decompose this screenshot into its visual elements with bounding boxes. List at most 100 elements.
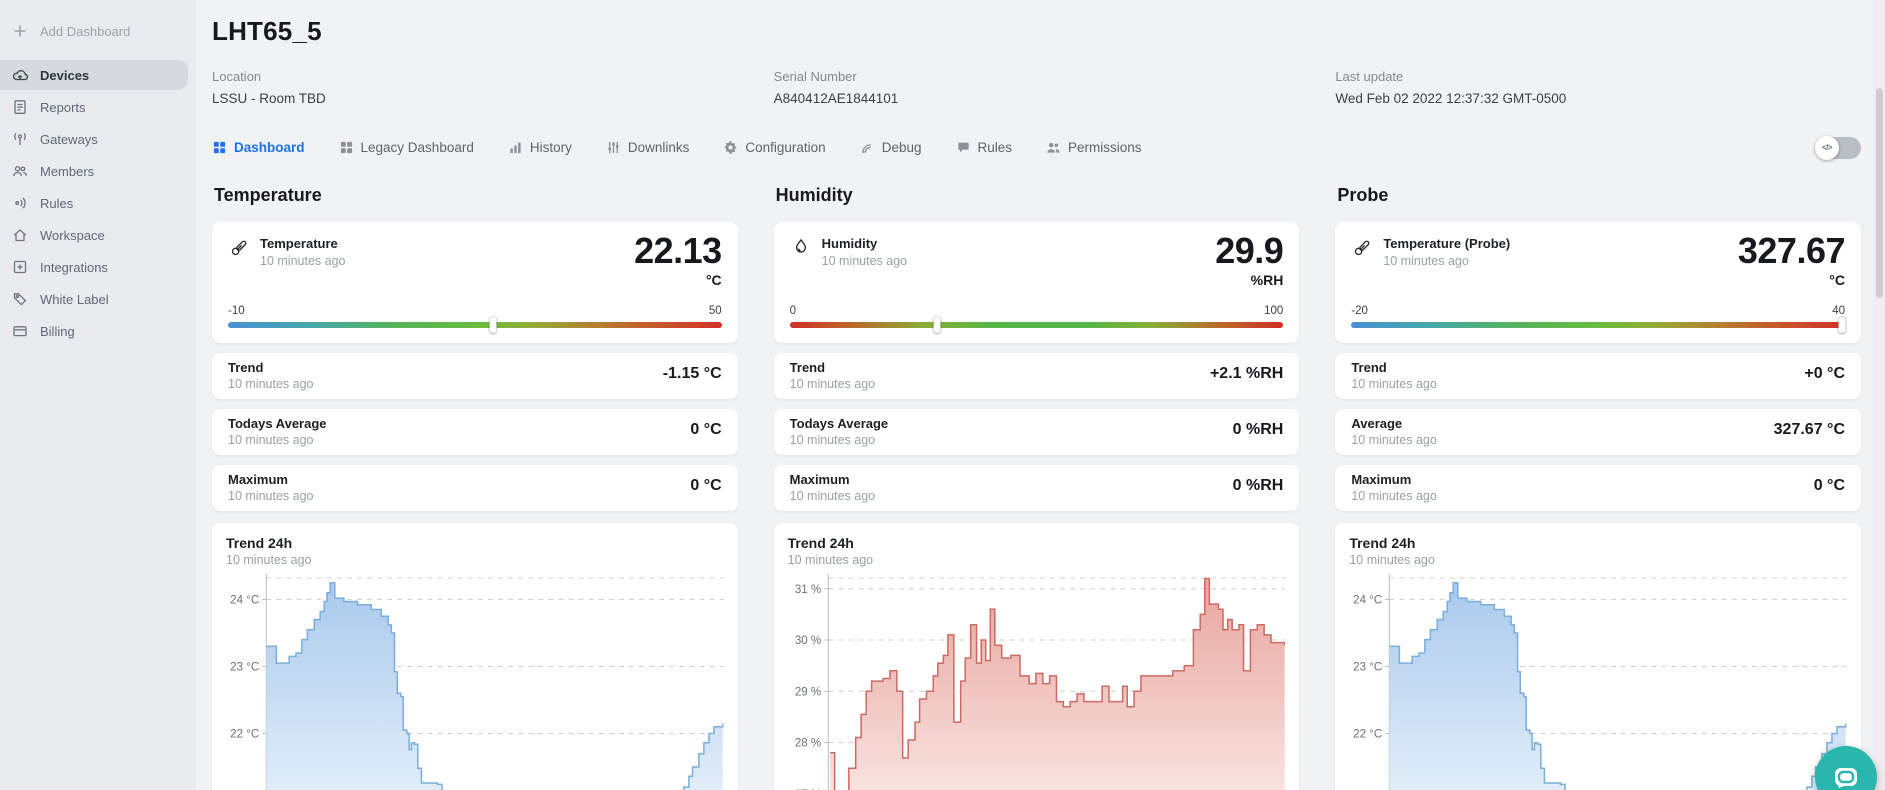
scrollbar-thumb[interactable]: [1876, 88, 1883, 298]
tab-legacy-dashboard[interactable]: Legacy Dashboard: [339, 136, 474, 159]
stat-value: 327.67 °C: [1774, 421, 1845, 439]
tab-label: Configuration: [745, 140, 825, 155]
meta-serial-number: Serial Number A840412AE1844101: [774, 69, 1300, 106]
gauge-value: 29.9: [1215, 230, 1283, 272]
billing-icon: [12, 323, 28, 339]
stat-label: Trend: [1351, 360, 1845, 375]
plus-icon: [12, 23, 28, 39]
meta-label: Serial Number: [774, 69, 1300, 84]
page-title: LHT65_5: [212, 16, 1861, 47]
gauge-marker: [934, 317, 941, 333]
gauge-max: 40: [1832, 305, 1845, 317]
tab-history[interactable]: History: [508, 136, 572, 159]
sidebar-item-gateways[interactable]: Gateways: [0, 124, 196, 154]
svg-text:30 %: 30 %: [795, 635, 821, 647]
code-view-toggle[interactable]: </>: [1815, 137, 1861, 159]
stat-value: -1.15 °C: [663, 365, 722, 383]
tab-label: Legacy Dashboard: [361, 140, 474, 155]
gauge-value: 327.67: [1738, 230, 1845, 272]
trend-timestamp: 10 minutes ago: [788, 553, 1286, 567]
stat-row-maximum: Maximum 10 minutes ago 0 %RH: [774, 465, 1300, 511]
toggle-wrap: </>: [1815, 137, 1861, 159]
area-chart-temperature: 24 °C23 °C22 °C21 °C: [226, 570, 724, 790]
gauge-label: Temperature: [260, 236, 345, 251]
sidebar-item-billing[interactable]: Billing: [0, 316, 196, 346]
section-title: Temperature: [214, 185, 738, 206]
gauge-gradient-bar: [228, 322, 722, 328]
area-chart-probe: 24 °C23 °C22 °C21 °C: [1349, 570, 1847, 790]
meta-value: LSSU - Room TBD: [212, 91, 738, 106]
tab-label: Dashboard: [234, 140, 305, 155]
stat-row-maximum: Maximum 10 minutes ago 0 °C: [1335, 465, 1861, 511]
grid-icon: [339, 140, 354, 155]
tab-permissions[interactable]: Permissions: [1046, 136, 1142, 159]
thermometer-icon: [1351, 237, 1373, 259]
stat-label: Maximum: [790, 472, 1284, 487]
gauge-gradient-bar: [1351, 322, 1845, 328]
stat-value: 0 %RH: [1233, 421, 1284, 439]
stat-value: 0 %RH: [1233, 477, 1284, 495]
sidebar-item-label: Billing: [40, 324, 75, 339]
gauge-card-humidity: Humidity 10 minutes ago 29.9 %RH 0 100: [774, 222, 1300, 343]
svg-text:22 °C: 22 °C: [230, 729, 259, 741]
tab-label: Permissions: [1068, 140, 1142, 155]
gauge-label: Temperature (Probe): [1383, 236, 1510, 251]
tab-debug[interactable]: Debug: [860, 136, 922, 159]
stat-timestamp: 10 minutes ago: [790, 433, 1284, 447]
column-probe: Probe Temperature (Probe) 10 minutes ago…: [1335, 185, 1861, 790]
sidebar: Add Dashboard Devices Reports Gateways M…: [0, 0, 196, 790]
trend-timestamp: 10 minutes ago: [1349, 553, 1847, 567]
signal-arcs-icon: [860, 140, 875, 155]
gauge-min: 0: [790, 305, 796, 317]
gauge-marker: [489, 317, 496, 333]
stat-value: 0 °C: [1814, 477, 1845, 495]
gauge-label: Humidity: [822, 236, 907, 251]
page-scrollbar: [1874, 0, 1885, 790]
svg-text:31 %: 31 %: [795, 584, 821, 596]
sidebar-item-label: Gateways: [40, 132, 98, 147]
tab-dashboard[interactable]: Dashboard: [212, 136, 305, 159]
stat-row-trend: Trend 10 minutes ago +2.1 %RH: [774, 353, 1300, 399]
stat-row-average: Todays Average 10 minutes ago 0 °C: [212, 409, 738, 455]
sidebar-item-workspace[interactable]: Workspace: [0, 220, 196, 250]
stat-timestamp: 10 minutes ago: [228, 377, 722, 391]
sidebar-item-white-label[interactable]: White Label: [0, 284, 196, 314]
tag-icon: [12, 291, 28, 307]
add-dashboard-label: Add Dashboard: [40, 24, 130, 39]
gauge-gradient-bar: [790, 322, 1284, 328]
stat-label: Maximum: [228, 472, 722, 487]
cloud-upload-icon: [12, 67, 28, 83]
sidebar-item-label: Workspace: [40, 228, 105, 243]
home-icon: [12, 227, 28, 243]
sidebar-item-label: Members: [40, 164, 94, 179]
gauge-unit: %RH: [1251, 272, 1284, 288]
sidebar-item-devices[interactable]: Devices: [0, 60, 188, 90]
meta-label: Last update: [1335, 69, 1861, 84]
column-temperature: Temperature Temperature 10 minutes ago 2…: [212, 185, 738, 790]
tab-downlinks[interactable]: Downlinks: [606, 136, 690, 159]
svg-text:28 %: 28 %: [795, 738, 821, 750]
tab-bar: Dashboard Legacy Dashboard History Downl…: [212, 136, 1861, 159]
trend-title: Trend 24h: [226, 535, 724, 551]
tab-rules[interactable]: Rules: [956, 136, 1013, 159]
add-dashboard-button[interactable]: Add Dashboard: [0, 16, 196, 46]
sidebar-item-label: White Label: [40, 292, 109, 307]
section-title: Humidity: [776, 185, 1300, 206]
gauge-card-probe: Temperature (Probe) 10 minutes ago 327.6…: [1335, 222, 1861, 343]
sidebar-item-rules[interactable]: Rules: [0, 188, 196, 218]
sidebar-item-members[interactable]: Members: [0, 156, 196, 186]
sidebar-item-label: Integrations: [40, 260, 108, 275]
stat-value: +0 °C: [1804, 365, 1845, 383]
antenna-icon: [12, 131, 28, 147]
meta-value: Wed Feb 02 2022 12:37:32 GMT-0500: [1335, 91, 1861, 106]
gauge-timestamp: 10 minutes ago: [1383, 254, 1510, 268]
tab-configuration[interactable]: Configuration: [723, 136, 825, 159]
stat-timestamp: 10 minutes ago: [790, 489, 1284, 503]
area-chart-humidity: 31 %30 %29 %28 %27 %: [788, 570, 1286, 790]
thermometer-icon: [228, 237, 250, 259]
droplet-icon: [790, 237, 812, 259]
sidebar-item-reports[interactable]: Reports: [0, 92, 196, 122]
plus-square-icon: [12, 259, 28, 275]
sidebar-item-integrations[interactable]: Integrations: [0, 252, 196, 282]
meta-location: Location LSSU - Room TBD: [212, 69, 738, 106]
